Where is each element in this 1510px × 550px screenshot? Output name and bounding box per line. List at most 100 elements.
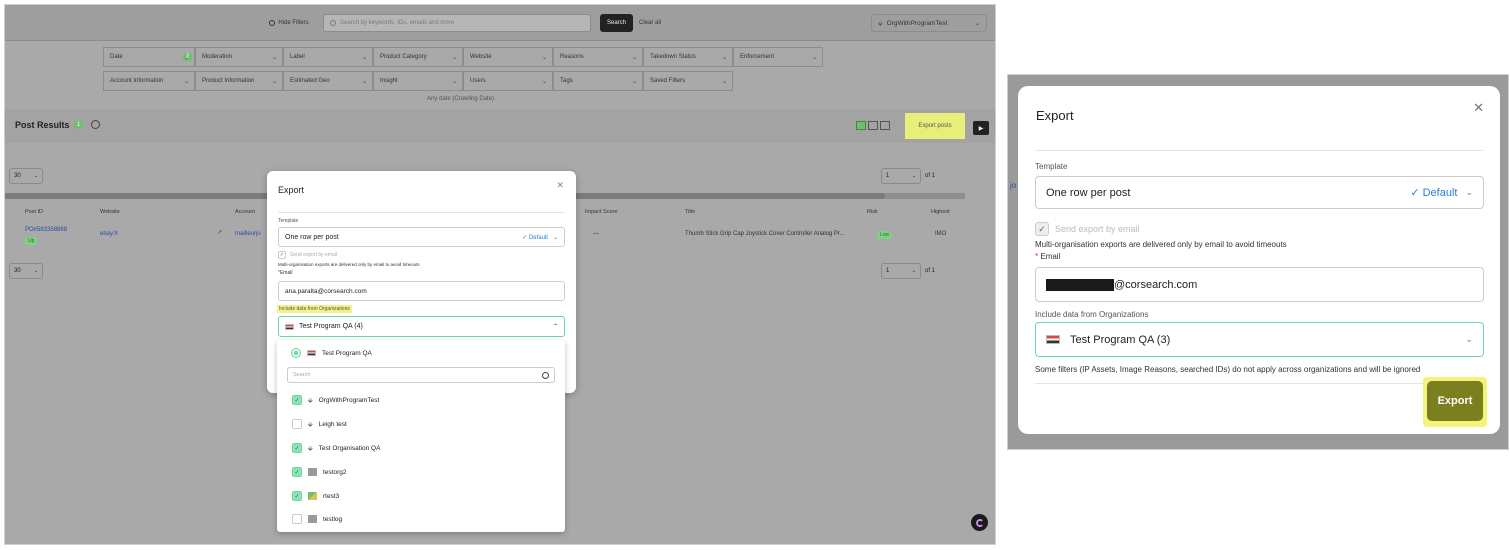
org-icon: ⬙ bbox=[878, 20, 883, 27]
checkbox[interactable]: ✓ bbox=[292, 443, 302, 453]
chevron-down-icon: ⌄ bbox=[721, 55, 727, 61]
filter-insight[interactable]: Insight ⌄ bbox=[373, 71, 463, 91]
organizations-select[interactable]: Test Program QA (3) ⌄ bbox=[1035, 322, 1484, 357]
chevron-down-icon: ⌄ bbox=[1465, 334, 1473, 344]
background-edge-text: jo bbox=[1010, 181, 1017, 190]
title-value: Thumb Stick Grip Cap Joystick Cover Cont… bbox=[685, 231, 845, 237]
filter-enforcement[interactable]: Enforcement ⌄ bbox=[733, 47, 823, 67]
page-size-select[interactable]: 30 ⌄ bbox=[9, 168, 43, 184]
filter-label[interactable]: Label ⌄ bbox=[283, 47, 373, 67]
filter-takedown-status[interactable]: Takedown Status ⌄ bbox=[643, 47, 733, 67]
filter-saved-filters[interactable]: Saved Filters ⌄ bbox=[643, 71, 733, 91]
organizations-dropdown: Test Program QA Search ✓ ⬙ OrgWithProgra… bbox=[277, 340, 565, 532]
list-item[interactable]: ✓ testorg2 bbox=[292, 467, 347, 477]
chevron-down-icon: ⌄ bbox=[183, 79, 189, 85]
list-item[interactable]: testlog bbox=[292, 514, 342, 524]
list-view-icon[interactable] bbox=[856, 121, 866, 130]
filter-reasons[interactable]: Reasons ⌄ bbox=[553, 47, 643, 67]
col-title[interactable]: Title bbox=[685, 209, 695, 215]
checkbox[interactable]: ✓ bbox=[292, 467, 302, 477]
hide-filters-button[interactable]: Hide Filters bbox=[263, 14, 315, 32]
send-by-email-checkbox[interactable]: ✓ bbox=[278, 251, 286, 259]
page-select[interactable]: 1 ⌄ bbox=[881, 168, 921, 184]
chevron-down-icon: ⌄ bbox=[811, 55, 817, 61]
email-label: *Email bbox=[278, 270, 293, 276]
organizations-select[interactable]: Test Program QA (4) ⌃ bbox=[278, 316, 565, 337]
organization-select[interactable]: ⬙ OrgWithProgramTest ⌄ bbox=[871, 14, 987, 32]
page-select-bottom[interactable]: 1 ⌄ bbox=[881, 263, 921, 279]
redacted-block bbox=[1046, 278, 1114, 291]
play-icon[interactable]: ▶ bbox=[973, 121, 989, 135]
search-icon bbox=[330, 20, 336, 26]
include-orgs-label: Include data from Organizations bbox=[277, 305, 352, 313]
account-link[interactable]: mailleurjo bbox=[235, 231, 261, 237]
post-id-link[interactable]: PO#583358868 bbox=[25, 227, 67, 233]
col-website[interactable]: Website bbox=[100, 209, 120, 215]
template-select[interactable]: One row per post ✓ Default ⌄ bbox=[1035, 176, 1484, 209]
list-item[interactable]: ⬙ Leigh test bbox=[292, 419, 347, 429]
export-modal: Export ✕ Template One row per post ✓ Def… bbox=[1018, 86, 1500, 434]
divider bbox=[278, 212, 565, 213]
highest-value: IMO bbox=[935, 231, 947, 237]
help-chat-icon[interactable] bbox=[971, 514, 988, 531]
page-size-select-bottom[interactable]: 30 ⌄ bbox=[9, 263, 43, 279]
refresh-icon[interactable] bbox=[91, 120, 100, 129]
send-by-email-checkbox[interactable]: ✓ bbox=[1035, 222, 1049, 236]
date-filter-note: Any date (Crawling Date) bbox=[427, 96, 495, 102]
list-item[interactable]: ✓ ⬙ OrgWithProgramTest bbox=[292, 395, 379, 405]
chevron-down-icon: ⌄ bbox=[451, 55, 457, 61]
filter-product-category[interactable]: Product Category ⌄ bbox=[373, 47, 463, 67]
search-input[interactable]: Search by keywords, IDs, emails and more bbox=[323, 14, 591, 32]
checkbox[interactable] bbox=[292, 419, 302, 429]
export-button[interactable]: Export bbox=[1427, 381, 1483, 421]
checkbox[interactable] bbox=[292, 514, 302, 524]
chevron-down-icon: ⌄ bbox=[631, 55, 637, 61]
flag-icon bbox=[307, 350, 316, 356]
filter-account-information[interactable]: Account Information ⌄ bbox=[103, 71, 195, 91]
col-account[interactable]: Account bbox=[235, 209, 255, 215]
checkbox[interactable]: ✓ bbox=[292, 395, 302, 405]
filter-date[interactable]: Date 2 ⌄ bbox=[103, 47, 195, 67]
list-item[interactable]: ✓ rtest3 bbox=[292, 491, 339, 501]
filter-users[interactable]: Users ⌄ bbox=[463, 71, 553, 91]
col-impact-score[interactable]: Impact Score bbox=[585, 209, 617, 215]
list-item[interactable]: ✓ ⬙ Test Organisation QA bbox=[292, 443, 380, 453]
filter-tags[interactable]: Tags ⌄ bbox=[553, 71, 643, 91]
dropdown-search-input[interactable]: Search bbox=[287, 367, 555, 383]
org-image-icon bbox=[308, 492, 317, 500]
send-by-email-row: ✓ Send export by email bbox=[1035, 222, 1140, 236]
checkbox[interactable]: ✓ bbox=[292, 491, 302, 501]
close-icon[interactable]: ✕ bbox=[556, 180, 564, 191]
close-icon[interactable]: ✕ bbox=[1473, 100, 1484, 116]
col-highest[interactable]: Highest bbox=[931, 209, 950, 215]
col-risk[interactable]: Risk bbox=[867, 209, 878, 215]
impact-value: — bbox=[593, 231, 599, 237]
export-posts-button[interactable]: Export posts bbox=[905, 113, 965, 139]
col-post-id[interactable]: Post ID bbox=[25, 209, 43, 215]
dropdown-program-header[interactable]: Test Program QA bbox=[291, 348, 372, 358]
right-screenshot: jo Export ✕ Template One row per post ✓ … bbox=[1007, 74, 1509, 450]
external-link-icon[interactable]: ↗ bbox=[217, 229, 222, 236]
search-button[interactable]: Search bbox=[600, 14, 633, 32]
divider bbox=[1035, 150, 1483, 151]
card-view-icon[interactable] bbox=[880, 121, 890, 130]
chevron-down-icon: ⌄ bbox=[33, 173, 38, 179]
website-link[interactable]: ebay.fr bbox=[100, 231, 118, 237]
filter-row-2: Account Information ⌄ Product Informatio… bbox=[103, 71, 733, 91]
chevron-down-icon: ⌄ bbox=[541, 79, 547, 85]
program-radio[interactable] bbox=[291, 348, 301, 358]
results-bar: Post Results 1 Export posts ▶ bbox=[5, 109, 995, 143]
chevron-down-icon: ⌄ bbox=[451, 79, 457, 85]
email-field[interactable]: @corsearch.com bbox=[1035, 267, 1484, 302]
clear-all-link[interactable]: Clear all bbox=[639, 14, 661, 32]
grid-view-icon[interactable] bbox=[868, 121, 878, 130]
chevron-down-icon: ⌄ bbox=[911, 173, 916, 179]
filter-product-information[interactable]: Product Information ⌄ bbox=[195, 71, 283, 91]
email-label: * Email bbox=[1035, 252, 1061, 261]
email-field[interactable]: ana.paralta@corsearch.com bbox=[278, 281, 565, 301]
chevron-down-icon: ⌄ bbox=[33, 268, 38, 274]
filter-moderation[interactable]: Moderation ⌄ bbox=[195, 47, 283, 67]
template-select[interactable]: One row per post ✓ Default ⌄ bbox=[278, 227, 565, 247]
filter-estimated-geo[interactable]: Estimated Geo ⌄ bbox=[283, 71, 373, 91]
filter-website[interactable]: Website ⌄ bbox=[463, 47, 553, 67]
